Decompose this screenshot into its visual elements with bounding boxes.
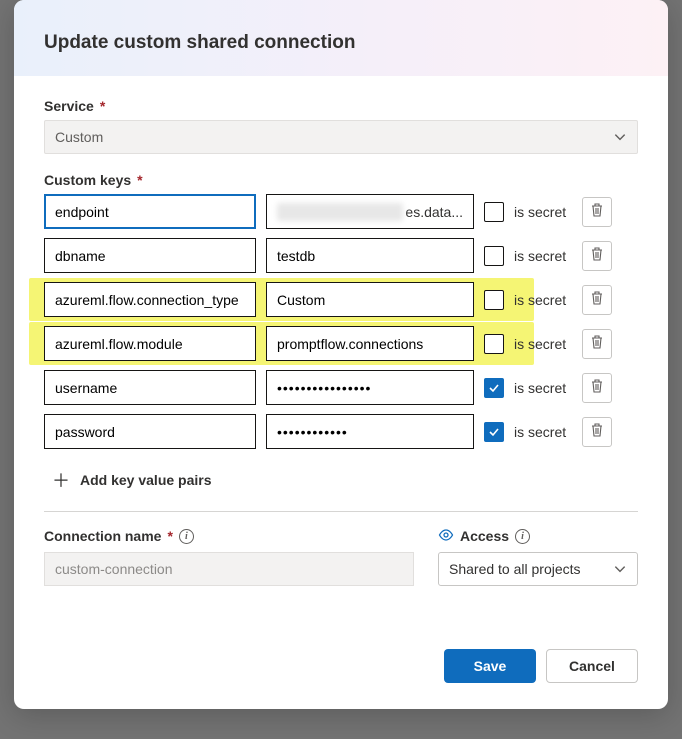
delete-row-button[interactable] [582, 329, 612, 359]
is-secret-label: is secret [514, 248, 572, 264]
delete-row-button[interactable] [582, 241, 612, 271]
divider [44, 511, 638, 512]
bottom-row: Connection name * i custom-connection Ac… [44, 528, 638, 586]
delete-row-button[interactable] [582, 373, 612, 403]
trash-icon [590, 246, 604, 265]
required-star: * [100, 98, 105, 114]
custom-keys-rows: es.data... is secret is secret [44, 194, 638, 449]
access-select-value: Shared to all projects [449, 561, 581, 577]
service-select-value: Custom [55, 129, 103, 145]
access-select[interactable]: Shared to all projects [438, 552, 638, 586]
service-select[interactable]: Custom [44, 120, 638, 154]
delete-row-button[interactable] [582, 417, 612, 447]
custom-keys-label: Custom keys* [44, 172, 638, 188]
add-key-value-button[interactable]: ＋ Add key value pairs [44, 467, 638, 493]
required-star: * [137, 172, 142, 188]
plus-icon: ＋ [52, 467, 70, 493]
value-input[interactable] [266, 238, 474, 273]
kv-row: is secret [44, 414, 638, 449]
info-icon[interactable]: i [515, 529, 530, 544]
is-secret-checkbox[interactable] [484, 378, 504, 398]
key-input[interactable] [44, 370, 256, 405]
is-secret-label: is secret [514, 336, 572, 352]
required-star: * [167, 528, 172, 544]
kv-row: is secret [44, 326, 638, 361]
key-input[interactable] [44, 326, 256, 361]
key-input[interactable] [44, 282, 256, 317]
delete-row-button[interactable] [582, 197, 612, 227]
save-button[interactable]: Save [444, 649, 536, 683]
kv-row: is secret [44, 370, 638, 405]
eye-icon [438, 528, 454, 544]
dialog-body: Service* Custom Custom keys* es.data... … [14, 76, 668, 633]
check-icon [488, 426, 500, 438]
is-secret-label: is secret [514, 204, 572, 220]
trash-icon [590, 422, 604, 441]
delete-row-button[interactable] [582, 285, 612, 315]
is-secret-checkbox[interactable] [484, 202, 504, 222]
value-input[interactable] [266, 370, 474, 405]
connection-name-field: custom-connection [44, 552, 414, 586]
value-input[interactable] [266, 414, 474, 449]
dialog-title: Update custom shared connection [44, 32, 638, 54]
info-icon[interactable]: i [179, 529, 194, 544]
chevron-down-icon [613, 130, 627, 144]
key-input[interactable] [44, 194, 256, 229]
add-key-value-label: Add key value pairs [80, 472, 212, 488]
is-secret-checkbox[interactable] [484, 422, 504, 442]
service-label: Service* [44, 98, 638, 114]
is-secret-label: is secret [514, 424, 572, 440]
trash-icon [590, 378, 604, 397]
trash-icon [590, 334, 604, 353]
access-label: Access i [438, 528, 638, 544]
value-input[interactable]: es.data... [266, 194, 474, 229]
value-input[interactable] [266, 326, 474, 361]
key-input[interactable] [44, 238, 256, 273]
trash-icon [590, 202, 604, 221]
key-input[interactable] [44, 414, 256, 449]
connection-name-label: Connection name * i [44, 528, 438, 544]
is-secret-checkbox[interactable] [484, 334, 504, 354]
kv-row: is secret [44, 282, 638, 317]
is-secret-label: is secret [514, 292, 572, 308]
is-secret-label: is secret [514, 380, 572, 396]
trash-icon [590, 290, 604, 309]
cancel-button[interactable]: Cancel [546, 649, 638, 683]
check-icon [488, 382, 500, 394]
chevron-down-icon [613, 562, 627, 576]
value-input[interactable] [266, 282, 474, 317]
update-connection-dialog: Update custom shared connection Service*… [14, 0, 668, 709]
blurred-value [277, 203, 403, 221]
dialog-header: Update custom shared connection [14, 0, 668, 76]
is-secret-checkbox[interactable] [484, 290, 504, 310]
kv-row: es.data... is secret [44, 194, 638, 229]
kv-row: is secret [44, 238, 638, 273]
is-secret-checkbox[interactable] [484, 246, 504, 266]
dialog-footer: Save Cancel [14, 633, 668, 709]
